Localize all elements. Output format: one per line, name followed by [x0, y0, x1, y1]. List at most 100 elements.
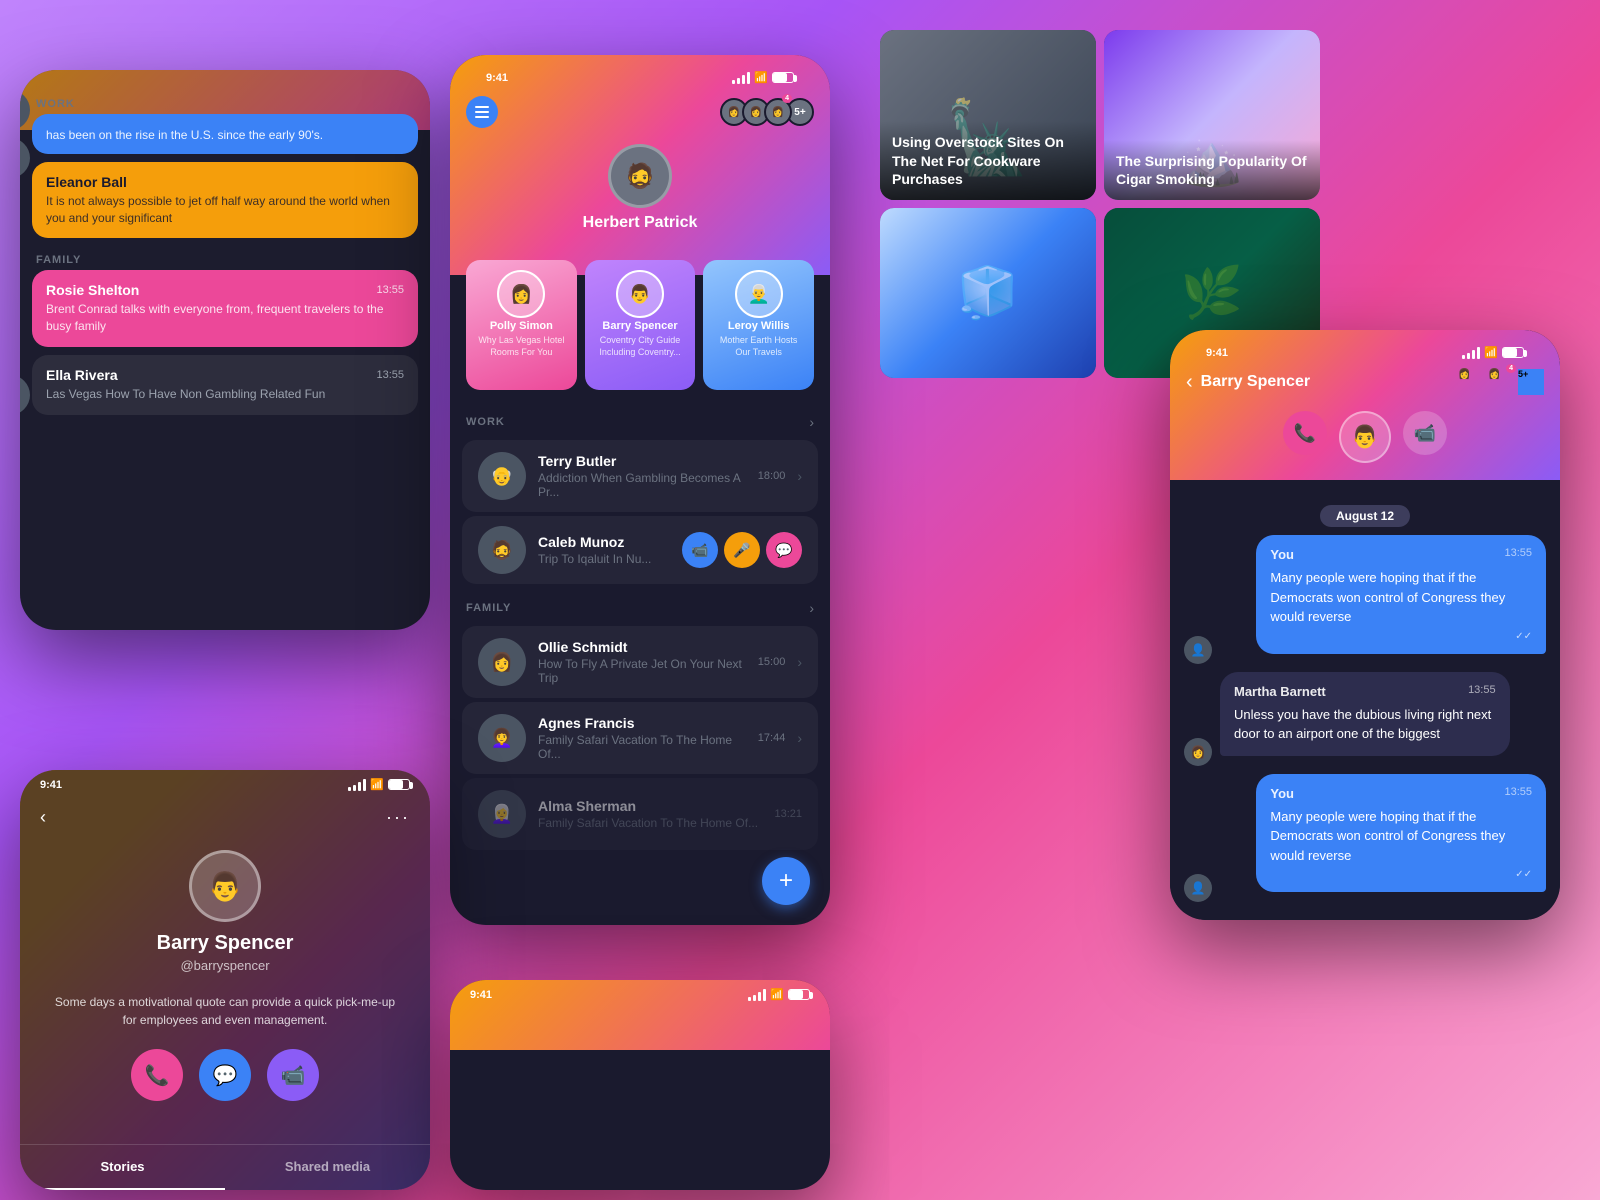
- chat-button[interactable]: 💬: [199, 1049, 251, 1101]
- profile-avatar: 👨: [189, 850, 261, 922]
- back-button-chat[interactable]: ‹: [1186, 371, 1193, 394]
- status-time-p4: 9:41: [1206, 347, 1228, 359]
- list-item-ollie[interactable]: 👩 Ollie Schmidt How To Fly A Private Jet…: [462, 626, 818, 698]
- story-card-leroy[interactable]: 👨‍🦳 Leroy Willis Mother Earth Hosts Our …: [703, 260, 814, 390]
- time-alma: 13:21: [774, 808, 802, 820]
- news-grid: 🗽 Using Overstock Sites On The Net For C…: [880, 30, 1320, 378]
- chat-bubble-eleanor[interactable]: Eleanor Ball It is not always possible t…: [32, 162, 418, 239]
- list-item-alma[interactable]: 👩‍🦳 Alma Sherman Family Safari Vacation …: [462, 778, 818, 850]
- story-name-barry: Barry Spencer: [593, 320, 688, 332]
- header-row: 👩 👩 4 👩 5+: [466, 88, 814, 136]
- story-avatar-barry: 👨: [616, 270, 664, 318]
- video-action-button[interactable]: 📹: [1403, 411, 1447, 455]
- message-1: You 13:55 Many people were hoping that i…: [1184, 535, 1546, 664]
- msg-time-1: 13:55: [1504, 547, 1532, 562]
- profile-info: 👨 Barry Spencer @barryspencer: [20, 840, 430, 983]
- chat-name-ella: Ella Rivera: [46, 367, 118, 383]
- chat-bubble-ella[interactable]: Ella Rivera 13:55 Las Vegas How To Have …: [32, 355, 418, 415]
- msg-sender-3: You: [1270, 786, 1294, 801]
- battery-icon-p5: [788, 989, 810, 1000]
- chat-header-row: ‹ Barry Spencer 👩 4👩 5+: [1186, 363, 1544, 401]
- family-section-header: FAMILY ›: [450, 588, 830, 622]
- list-item-agnes[interactable]: 👩‍🦱 Agnes Francis Family Safari Vacation…: [462, 702, 818, 774]
- call-action-button[interactable]: 📞: [1283, 411, 1327, 455]
- chat-preview-ella: Las Vegas How To Have Non Gambling Relat…: [46, 386, 404, 403]
- message-3: You 13:55 Many people were hoping that i…: [1184, 774, 1546, 903]
- story-card-polly[interactable]: 👩 Polly Simon Why Las Vegas Hotel Rooms …: [466, 260, 577, 390]
- list-item-terry[interactable]: 👴 Terry Butler Addiction When Gambling B…: [462, 440, 818, 512]
- arrow-icon-agnes: ›: [797, 730, 802, 746]
- story-card-barry[interactable]: 👨 Barry Spencer Coventry City Guide Incl…: [585, 260, 696, 390]
- msg-avatar-1: 👤: [1184, 636, 1212, 664]
- status-icons: 📶: [732, 71, 794, 84]
- news-card-overstock[interactable]: 🗽 Using Overstock Sites On The Net For C…: [880, 30, 1096, 200]
- chat-name-rosie: Rosie Shelton: [46, 282, 139, 298]
- more-options-button[interactable]: ···: [386, 807, 410, 828]
- chat-name-eleanor: Eleanor Ball: [46, 174, 404, 190]
- menu-button[interactable]: [466, 96, 498, 128]
- content-alma: Alma Sherman Family Safari Vacation To T…: [538, 798, 762, 830]
- call-actions: 📹 🎤 💬: [682, 532, 802, 568]
- chat-bubble-rosie[interactable]: Rosie Shelton 13:55 Brent Conrad talks w…: [32, 270, 418, 347]
- tab-stories[interactable]: Stories: [20, 1145, 225, 1190]
- content-ollie: Ollie Schmidt How To Fly A Private Jet O…: [538, 639, 746, 685]
- status-bar-p4: 9:41 📶: [1186, 338, 1544, 363]
- battery-icon-p3: [388, 779, 410, 790]
- story-desc-barry: Coventry City Guide Including Coventry..…: [593, 335, 688, 358]
- video-call-button[interactable]: 📹: [682, 532, 718, 568]
- contact-avatar-large: 👨: [1339, 411, 1391, 463]
- story-avatar-polly: 👩: [497, 270, 545, 318]
- name-ollie: Ollie Schmidt: [538, 639, 746, 655]
- compose-fab[interactable]: +: [762, 857, 810, 905]
- contact-actions: 📞 👨 📹: [1186, 401, 1544, 479]
- msg-time-2: 13:55: [1468, 684, 1496, 699]
- family-label: FAMILY: [466, 602, 511, 614]
- name-caleb: Caleb Munoz: [538, 534, 670, 550]
- chat-av-more[interactable]: 5+: [1518, 369, 1544, 395]
- preview-caleb: Trip To Iqaluit In Nu...: [538, 552, 670, 566]
- avatar-group[interactable]: 👩 👩 4 👩 5+: [726, 98, 814, 126]
- mic-button[interactable]: 🎤: [724, 532, 760, 568]
- msg-check-3: ✓✓: [1270, 869, 1532, 880]
- content-terry: Terry Butler Addiction When Gambling Bec…: [538, 453, 746, 499]
- news-card-cigar[interactable]: 🏔️ The Surprising Popularity Of Cigar Sm…: [1104, 30, 1320, 200]
- preview-terry: Addiction When Gambling Becomes A Pr...: [538, 471, 746, 499]
- signal-icon-p3: [348, 779, 366, 791]
- msg-sender-1: You: [1270, 547, 1294, 562]
- chat-contact-name: Barry Spencer: [1201, 373, 1310, 391]
- message-button[interactable]: 💬: [766, 532, 802, 568]
- work-arrow-icon[interactable]: ›: [809, 414, 814, 430]
- phone-main: 9:41 📶 👩 👩: [450, 55, 830, 925]
- name-agnes: Agnes Francis: [538, 715, 746, 731]
- preview-alma: Family Safari Vacation To The Home Of...: [538, 816, 762, 830]
- msg-text-1: Many people were hoping that if the Demo…: [1270, 568, 1532, 627]
- list-item-caleb[interactable]: 🧔 Caleb Munoz Trip To Iqaluit In Nu... 📹…: [462, 516, 818, 584]
- tab-shared-media[interactable]: Shared media: [225, 1145, 430, 1190]
- video-button[interactable]: 📹: [267, 1049, 319, 1101]
- profile-bio: Some days a motivational quote can provi…: [20, 983, 430, 1039]
- menu-icon: [475, 106, 489, 118]
- avatar-caleb: 🧔: [478, 526, 526, 574]
- group-avatar-3: 4 👩: [764, 98, 792, 126]
- wifi-icon: 📶: [754, 71, 768, 84]
- chat-avatar-group: 👩 4👩 5+: [1458, 369, 1544, 395]
- family-arrow-icon[interactable]: ›: [809, 600, 814, 616]
- chat-av-2: 4👩: [1488, 369, 1514, 395]
- profile-tabs: Stories Shared media: [20, 1144, 430, 1190]
- back-button[interactable]: ‹: [40, 807, 46, 828]
- avatar-ollie: 👩: [478, 638, 526, 686]
- bubble-sent-3: You 13:55 Many people were hoping that i…: [1256, 774, 1546, 893]
- msg-check-1: ✓✓: [1270, 631, 1532, 642]
- content-caleb: Caleb Munoz Trip To Iqaluit In Nu...: [538, 534, 670, 566]
- user-center: 🧔 Herbert Patrick: [466, 136, 814, 248]
- sidebar-avatar-bottom: 👩: [20, 375, 30, 415]
- signal-icon-p4: [1462, 347, 1480, 359]
- preview-agnes: Family Safari Vacation To The Home Of...: [538, 733, 746, 761]
- chat-preview-top: has been on the rise in the U.S. since t…: [46, 127, 404, 144]
- battery-icon: [772, 72, 794, 83]
- profile-nav: ‹ ···: [20, 795, 430, 840]
- news-card-ice[interactable]: 🧊: [880, 208, 1096, 378]
- name-terry: Terry Butler: [538, 453, 746, 469]
- time-terry: 18:00: [758, 470, 786, 482]
- call-button[interactable]: 📞: [131, 1049, 183, 1101]
